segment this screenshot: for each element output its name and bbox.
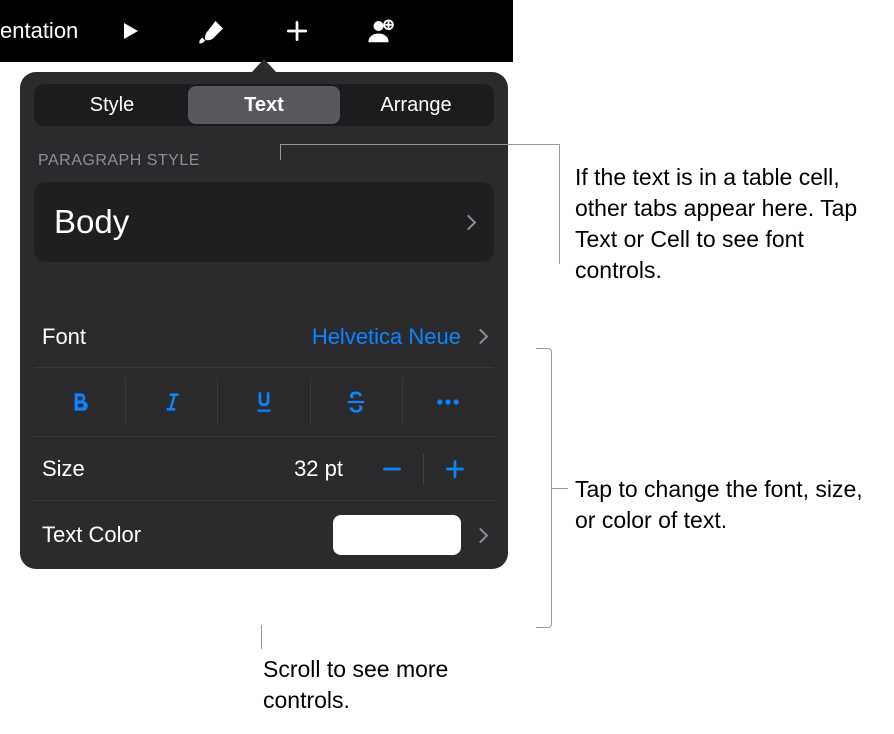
chevron-right-icon	[473, 527, 489, 543]
format-inspector-panel: Style Text Arrange Paragraph Style Body …	[20, 72, 508, 569]
size-label: Size	[42, 456, 85, 482]
paragraph-style-row[interactable]: Body	[34, 182, 494, 262]
callout-leader	[280, 144, 560, 145]
more-options-button[interactable]	[403, 378, 494, 426]
size-stepper	[361, 449, 486, 489]
size-value: 32 pt	[281, 456, 343, 482]
strikethrough-button[interactable]	[311, 378, 403, 426]
font-value: Helvetica Neue	[312, 324, 461, 350]
plus-icon[interactable]	[284, 18, 310, 44]
toolbar-icons	[118, 16, 396, 46]
font-label: Font	[42, 324, 86, 350]
paintbrush-icon[interactable]	[198, 16, 228, 46]
paragraph-style-value: Body	[54, 203, 129, 241]
collaborate-icon[interactable]	[366, 16, 396, 46]
tab-text[interactable]: Text	[188, 86, 340, 124]
inspector-tabs: Style Text Arrange	[34, 84, 494, 126]
callout-scroll-note: Scroll to see more controls.	[263, 654, 523, 716]
size-row: Size 32 pt	[34, 437, 494, 501]
play-icon[interactable]	[118, 19, 142, 43]
app-toolbar: entation	[0, 0, 513, 62]
size-decrease-button[interactable]	[361, 449, 423, 489]
text-style-buttons	[34, 368, 494, 437]
underline-button[interactable]	[218, 378, 310, 426]
chevron-right-icon	[461, 214, 477, 230]
size-increase-button[interactable]	[424, 449, 486, 489]
callout-tabs-note: If the text is in a table cell, other ta…	[575, 162, 875, 286]
text-color-label: Text Color	[42, 522, 141, 548]
font-row[interactable]: Font Helvetica Neue	[34, 306, 494, 368]
callout-font-note: Tap to change the font, size, or color o…	[575, 474, 885, 536]
callout-leader	[559, 144, 560, 264]
callout-bracket	[536, 348, 552, 628]
callout-leader	[261, 625, 262, 649]
chevron-right-icon	[473, 329, 489, 345]
popover-pointer	[251, 59, 277, 73]
text-color-swatch[interactable]	[333, 515, 461, 555]
toolbar-title-fragment: entation	[0, 18, 78, 44]
bold-button[interactable]	[34, 378, 126, 426]
paragraph-style-heading: Paragraph Style	[38, 152, 490, 170]
callout-leader	[552, 488, 568, 489]
italic-button[interactable]	[126, 378, 218, 426]
callout-leader	[280, 144, 281, 160]
text-color-row[interactable]: Text Color	[34, 501, 494, 569]
tab-arrange[interactable]: Arrange	[340, 86, 492, 124]
tab-style[interactable]: Style	[36, 86, 188, 124]
